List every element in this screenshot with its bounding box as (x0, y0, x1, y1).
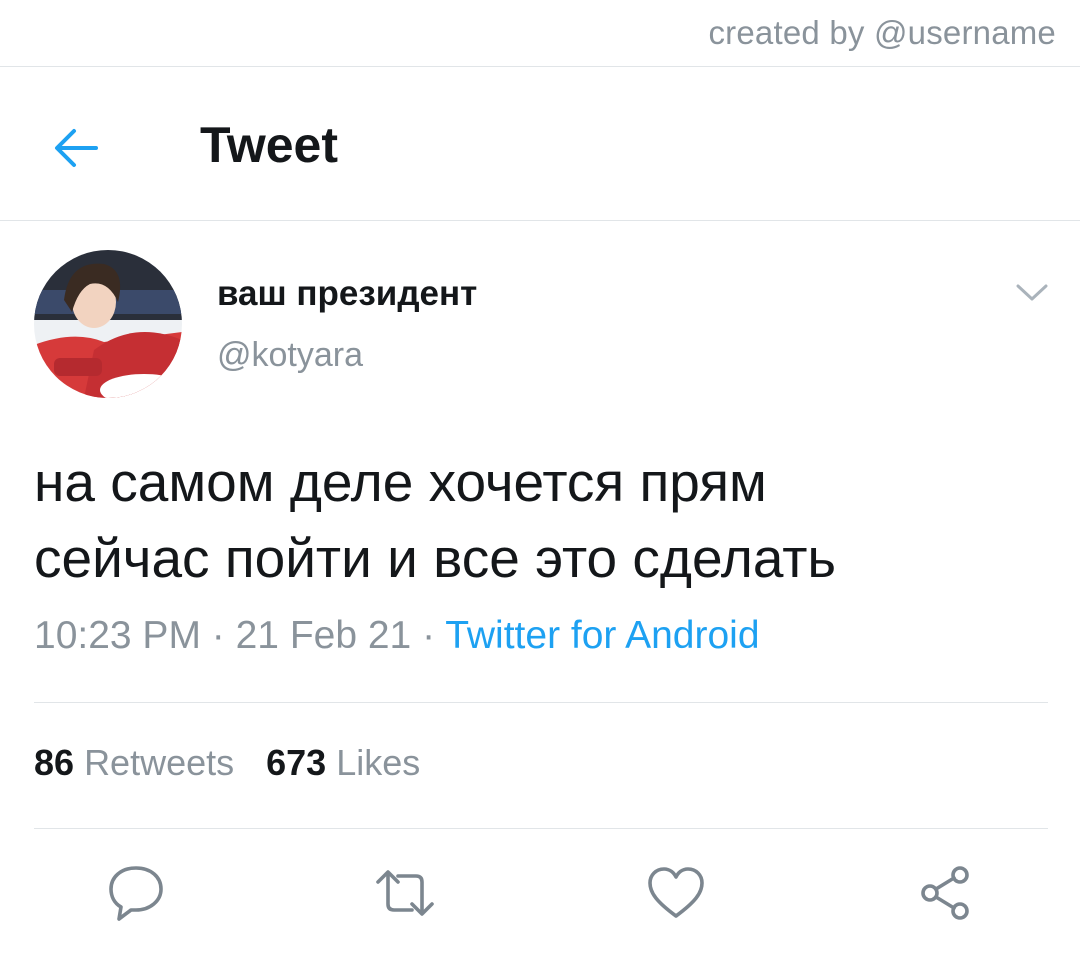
action-bar (0, 860, 1080, 930)
tweet-text-line: на самом деле хочется прям (34, 451, 767, 513)
share-button[interactable] (912, 860, 978, 926)
retweets-label: Retweets (84, 742, 235, 783)
avatar[interactable] (34, 250, 182, 398)
reply-button[interactable] (103, 860, 169, 926)
meta-separator: · (411, 614, 446, 657)
reply-icon (109, 866, 163, 921)
share-icon (921, 866, 969, 920)
tweet-text: на самом деле хочется прям сейчас пойти … (34, 444, 1054, 596)
likes-stat[interactable]: 673 Likes (266, 742, 420, 783)
header-divider (0, 220, 1080, 221)
stats-divider (34, 828, 1048, 829)
chevron-down-icon (1016, 284, 1048, 301)
tweet-time: 10:23 PM (34, 614, 201, 657)
back-button[interactable] (46, 118, 106, 178)
retweet-icon (376, 870, 434, 916)
like-button[interactable] (643, 860, 709, 926)
author-display-name[interactable]: ваш президент (217, 274, 477, 314)
tweet-source-link[interactable]: Twitter for Android (445, 614, 759, 657)
retweets-stat[interactable]: 86 Retweets (34, 742, 234, 783)
retweet-button[interactable] (372, 860, 438, 926)
tweet-menu-button[interactable] (1010, 275, 1054, 311)
retweets-count: 86 (34, 742, 75, 783)
watermark-credit: created by @username (708, 14, 1056, 51)
avatar-photo (34, 250, 182, 398)
likes-count: 673 (266, 742, 327, 783)
author-handle[interactable]: @kotyara (217, 336, 363, 375)
meta-divider (34, 702, 1048, 703)
tweet-stats: 86 Retweets 673 Likes (34, 742, 420, 784)
likes-label: Likes (336, 742, 421, 783)
heart-icon (648, 867, 704, 918)
page-title: Tweet (200, 117, 338, 173)
meta-separator: · (200, 614, 236, 657)
tweet-text-line: сейчас пойти и все это сделать (34, 527, 837, 589)
tweet-date: 21 Feb 21 (235, 614, 412, 657)
arrow-left-icon (55, 129, 98, 167)
top-divider (0, 66, 1080, 67)
tweet-meta: 10:23 PM · 21 Feb 21 · Twitter for Andro… (34, 614, 760, 658)
app-header: Tweet (0, 68, 1080, 220)
